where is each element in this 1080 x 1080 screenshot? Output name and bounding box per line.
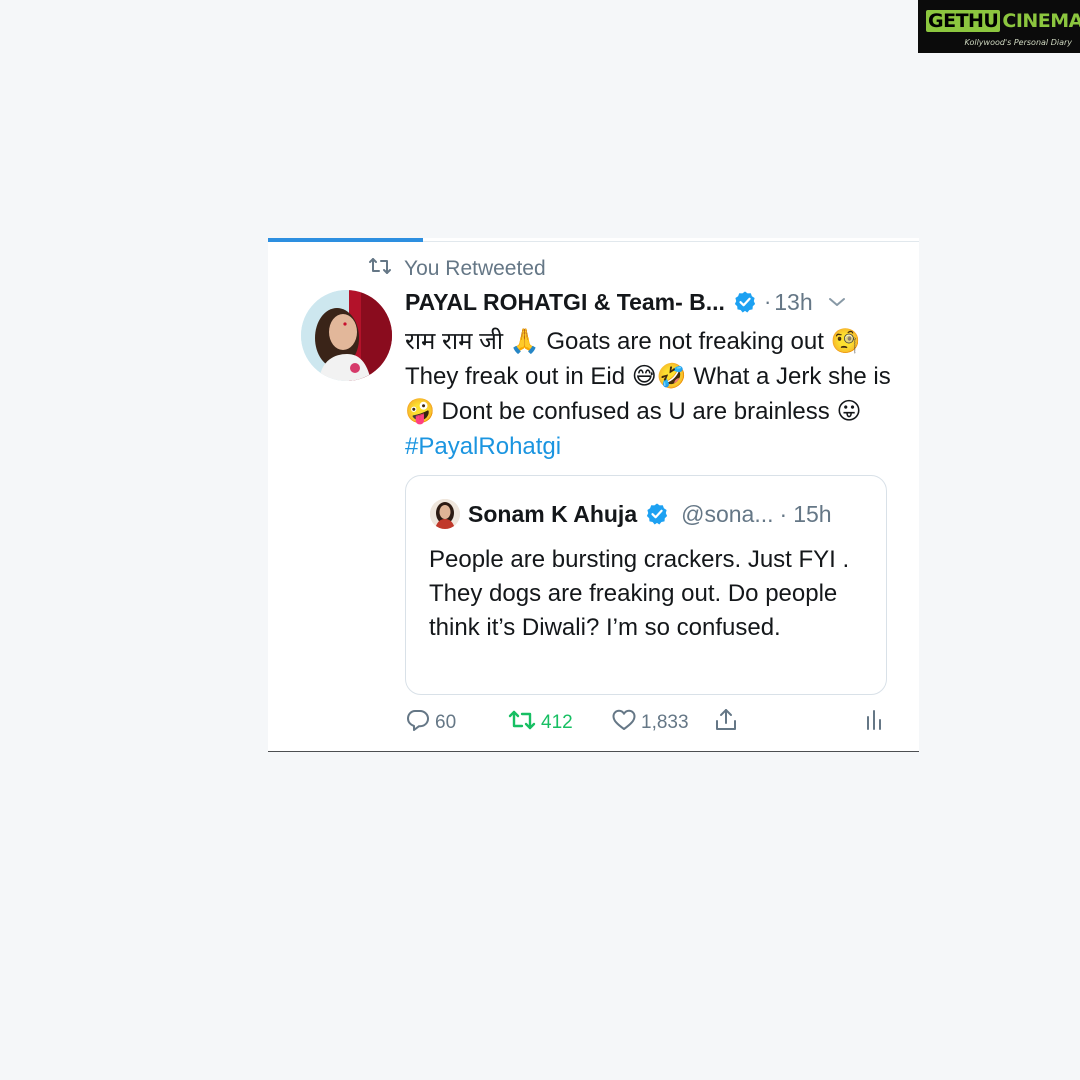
analytics-icon [863, 707, 885, 739]
quoted-author-name: Sonam K Ahuja [468, 500, 638, 527]
heart-icon [611, 708, 637, 738]
watermark-brand-left: GETHU [926, 10, 1001, 32]
header-separator: · [763, 289, 772, 314]
retweet-button[interactable]: 412 [507, 708, 573, 738]
analytics-button[interactable] [863, 708, 885, 738]
quoted-tweet[interactable]: Sonam K Ahuja @sona... · 15h People are … [405, 475, 887, 695]
tweet-text-part: Dont be confused as U are brainless [434, 398, 837, 425]
like-button[interactable]: 1,833 [611, 708, 689, 738]
tweet-header: PAYAL ROHATGI & Team- B... · 13h [405, 286, 895, 318]
watermark-brand-right: CINEMA [1002, 10, 1080, 32]
top-divider [423, 241, 919, 242]
share-button[interactable] [713, 708, 739, 738]
retweet-icon [368, 257, 404, 281]
tweet-action-bar: 60 412 1,833 [405, 708, 895, 738]
tweet-text-part: राम राम जी [405, 328, 510, 355]
tongue-out-emoji: 😛 [836, 397, 862, 425]
zany-face-emoji: 🤪 [405, 397, 435, 425]
verified-badge-icon [645, 502, 669, 526]
tweet-text-part: What a Jerk she is [686, 363, 891, 390]
retweet-active-icon [507, 708, 537, 738]
like-count: 1,833 [641, 712, 689, 733]
watermark-tagline: Kollywood's Personal Diary [964, 38, 1073, 47]
reply-count: 60 [435, 712, 457, 733]
author-avatar[interactable] [301, 290, 392, 381]
tweet-text-part: They freak out in Eid [405, 363, 632, 390]
tweet-text: राम राम जी 🙏 Goats are not freaking out … [405, 324, 895, 464]
folded-hands-emoji: 🙏 [509, 327, 540, 355]
loading-progress-bar [268, 238, 423, 242]
reply-icon [405, 708, 431, 738]
laughing-emojis: 😅🤣 [631, 362, 687, 390]
quoted-tweet-text: People are bursting crackers. Just FYI .… [429, 546, 850, 641]
reply-button[interactable]: 60 [405, 708, 456, 738]
tweet-card[interactable]: You Retweeted PAYAL ROHATGI & Team- B...… [268, 238, 919, 752]
tweet-text-part: Goats are not freaking out [539, 328, 831, 355]
chevron-down-icon[interactable] [827, 295, 847, 309]
gethucinema-watermark-logo: GETHU CINEMA Kollywood's Personal Diary [918, 0, 1080, 53]
quoted-header-separator: · [779, 500, 788, 527]
share-icon [713, 707, 739, 739]
retweet-count: 412 [541, 712, 573, 733]
tweet-timestamp[interactable]: 13h [774, 289, 812, 316]
retweet-banner: You Retweeted [368, 256, 546, 282]
monocle-face-emoji: 🧐 [830, 327, 861, 355]
verified-badge-icon [733, 290, 757, 314]
quoted-tweet-timestamp: 15h [793, 500, 832, 527]
quoted-author-avatar [430, 499, 460, 529]
quoted-tweet-header: Sonam K Ahuja @sona... · 15h [430, 498, 832, 530]
retweet-banner-label: You Retweeted [404, 257, 546, 280]
hashtag-link[interactable]: #PayalRohatgi [405, 433, 561, 460]
author-name[interactable]: PAYAL ROHATGI & Team- B... [405, 289, 725, 316]
quoted-author-handle: @sona... [681, 500, 774, 527]
